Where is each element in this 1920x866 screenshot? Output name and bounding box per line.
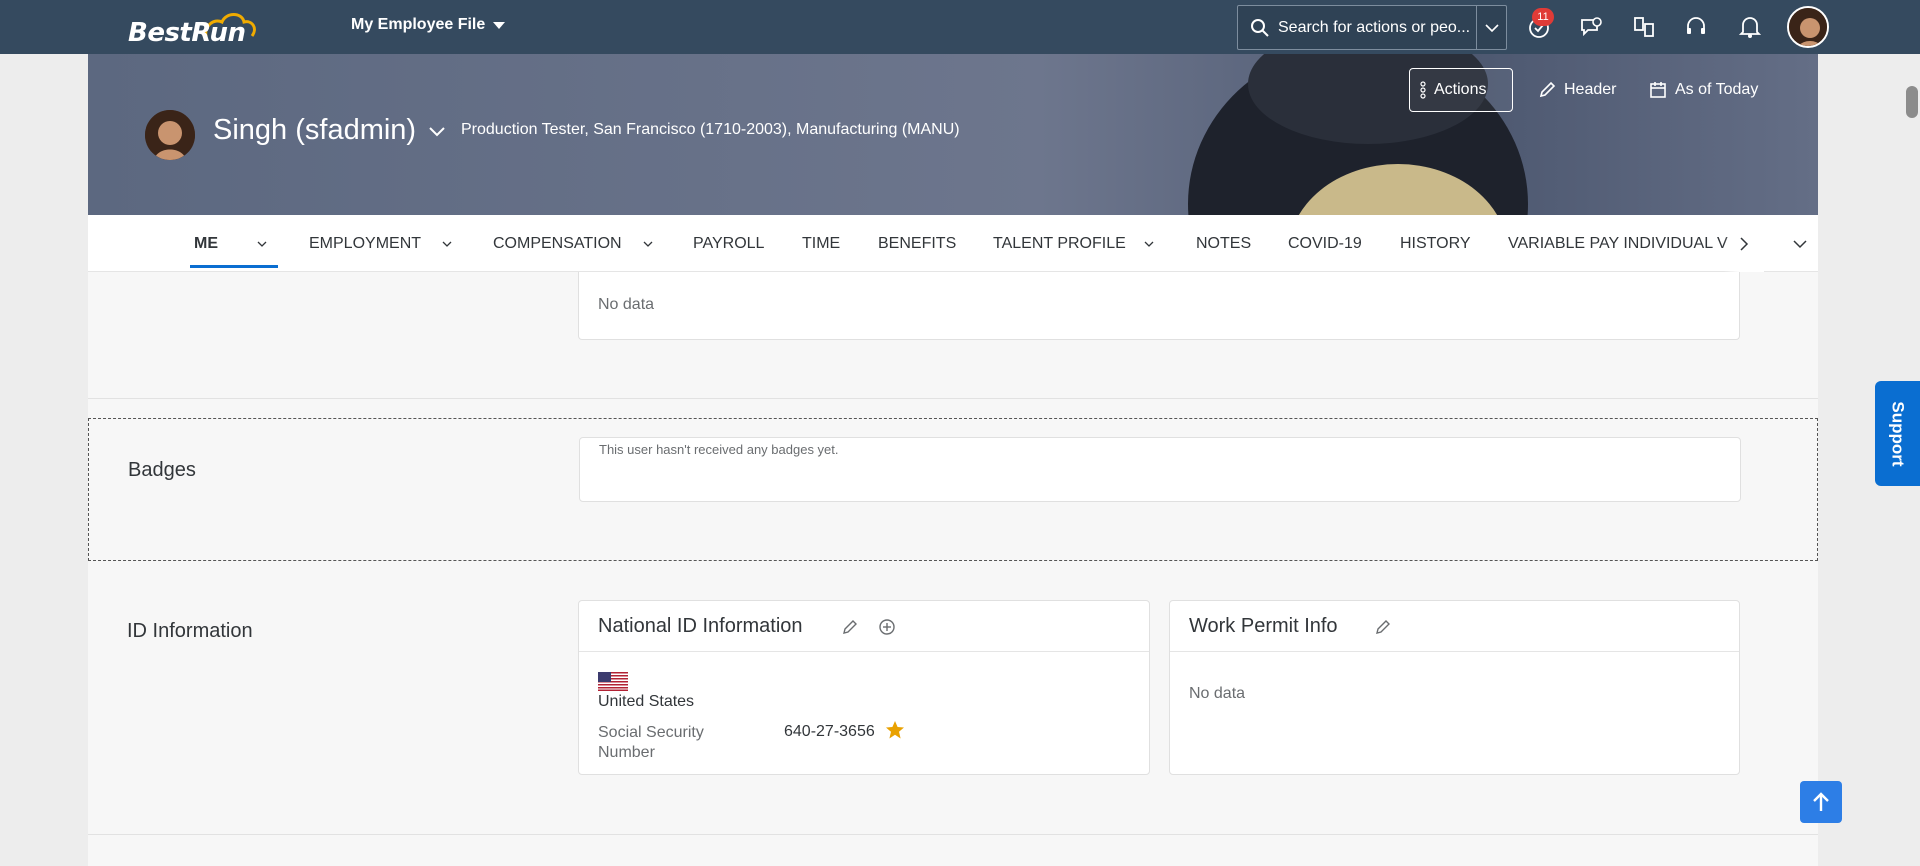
previous-section-card: No data [578, 272, 1740, 340]
search-icon [1251, 18, 1269, 37]
badges-message: This user hasn't received any badges yet… [599, 442, 839, 457]
chevron-down-icon[interactable] [257, 239, 267, 249]
profile-avatar[interactable] [145, 110, 195, 160]
profile-header: Singh (sfadmin) Production Tester, San F… [88, 54, 1818, 215]
add-circle-icon[interactable] [878, 618, 896, 636]
primary-star-icon [886, 721, 904, 739]
feedback-icon[interactable] [1577, 13, 1605, 41]
tabs-overflow-menu[interactable] [1788, 215, 1812, 272]
search-input[interactable]: Search for actions or peo... [1278, 19, 1478, 37]
tab-label: COVID-19 [1288, 234, 1362, 252]
employee-subtitle: Production Tester, San Francisco (1710-2… [461, 121, 960, 138]
country-name: United States [598, 693, 695, 710]
chevron-down-icon [1484, 23, 1499, 32]
header-button[interactable]: Header [1528, 68, 1626, 112]
caret-down-icon [493, 21, 506, 29]
pencil-icon [1539, 81, 1556, 98]
work-permit-title: Work Permit Info [1189, 615, 1338, 637]
tab-label: TIME [802, 234, 841, 252]
tab-variable-pay[interactable]: VARIABLE PAY INDIVIDUAL V [1508, 215, 1812, 272]
tab-label: NOTES [1196, 234, 1252, 252]
id-information-label: ID Information [127, 620, 253, 642]
notification-count-badge: 11 [1532, 8, 1554, 26]
chevron-down-icon[interactable] [442, 239, 452, 249]
tab-label: TALENT PROFILE [993, 234, 1126, 252]
tab-compensation[interactable]: COMPENSATION [493, 215, 622, 272]
tab-me[interactable]: ME [194, 215, 218, 272]
tab-label: COMPENSATION [493, 234, 622, 252]
tab-payroll[interactable]: PAYROLL [693, 215, 764, 272]
national-id-title: National ID Information [598, 615, 803, 637]
work-permit-card: Work Permit Info No data [1169, 600, 1740, 775]
more-vertical-icon [1420, 81, 1426, 99]
section-tabs: ME EMPLOYMENT COMPENSATION PAYROLL TIME … [88, 215, 1818, 272]
org-chart-icon[interactable] [1630, 13, 1658, 41]
ssn-value: 640-27-3656 [784, 723, 875, 740]
chevron-down-icon[interactable] [1144, 239, 1154, 249]
module-title: My Employee File [351, 16, 486, 33]
ssn-label: Social Security Number [598, 724, 704, 761]
tab-covid-19[interactable]: COVID-19 [1288, 215, 1362, 272]
chevron-right-icon [1740, 236, 1749, 251]
tab-talent-profile[interactable]: TALENT PROFILE [993, 215, 1126, 272]
user-avatar[interactable] [1787, 6, 1829, 48]
employee-name-menu[interactable]: Singh (sfadmin) [213, 114, 446, 147]
logo-text: BestRun [128, 18, 246, 48]
support-button[interactable]: Support [1875, 381, 1920, 486]
header-label: Header [1564, 81, 1617, 98]
tab-employment[interactable]: EMPLOYMENT [309, 215, 421, 272]
tab-label: VARIABLE PAY INDIVIDUAL V [1508, 234, 1728, 252]
support-label: Support [1888, 400, 1908, 467]
tabs-scroll-right[interactable] [1724, 215, 1764, 272]
search-box[interactable]: Search for actions or peo... [1237, 5, 1507, 50]
tab-label: BENEFITS [878, 234, 957, 252]
tab-label: HISTORY [1400, 234, 1471, 252]
badges-section: Badges This user hasn't received any bad… [88, 418, 1818, 561]
module-menu[interactable]: My Employee File [351, 16, 506, 34]
tab-benefits[interactable]: BENEFITS [878, 215, 956, 272]
tab-label: ME [194, 234, 218, 252]
actions-label: Actions [1434, 81, 1487, 98]
badges-label: Badges [128, 459, 196, 481]
pencil-icon[interactable] [842, 619, 858, 635]
work-permit-header: Work Permit Info [1170, 601, 1739, 652]
arrow-up-icon [1813, 792, 1829, 811]
employee-name: Singh (sfadmin) [213, 114, 417, 146]
section-divider [88, 398, 1818, 399]
as-of-today-button[interactable]: As of Today [1639, 68, 1768, 112]
calendar-icon [1650, 82, 1666, 98]
page-scrollbar-thumb[interactable] [1906, 86, 1918, 118]
us-flag-icon [598, 672, 628, 691]
chevron-down-icon [429, 126, 445, 136]
section-divider [88, 834, 1818, 835]
scroll-to-top-button[interactable] [1800, 781, 1842, 823]
national-id-card: National ID Information United States So… [578, 600, 1150, 775]
tab-notes[interactable]: NOTES [1196, 215, 1251, 272]
search-dropdown-button[interactable] [1476, 6, 1506, 49]
tab-time[interactable]: TIME [802, 215, 840, 272]
employee-file-page: Singh (sfadmin) Production Tester, San F… [88, 54, 1818, 866]
pencil-icon[interactable] [1375, 619, 1391, 635]
badges-card: This user hasn't received any badges yet… [579, 437, 1741, 502]
headset-help-icon[interactable] [1682, 13, 1710, 41]
active-tab-indicator [190, 265, 278, 268]
bestrun-logo[interactable]: BestRun [126, 6, 276, 50]
chevron-down-icon [1793, 239, 1807, 248]
tab-history[interactable]: HISTORY [1400, 215, 1471, 272]
no-data-text: No data [598, 296, 655, 313]
tab-label: PAYROLL [693, 234, 765, 252]
actions-button[interactable]: Actions [1409, 68, 1513, 112]
national-id-header: National ID Information [579, 601, 1149, 652]
bell-icon[interactable] [1736, 13, 1764, 41]
tab-label: EMPLOYMENT [309, 234, 422, 252]
as-of-label: As of Today [1675, 81, 1759, 98]
chevron-down-icon[interactable] [643, 239, 653, 249]
shell-bar: BestRun My Employee File Search for acti… [0, 0, 1920, 54]
work-permit-no-data: No data [1189, 685, 1246, 702]
